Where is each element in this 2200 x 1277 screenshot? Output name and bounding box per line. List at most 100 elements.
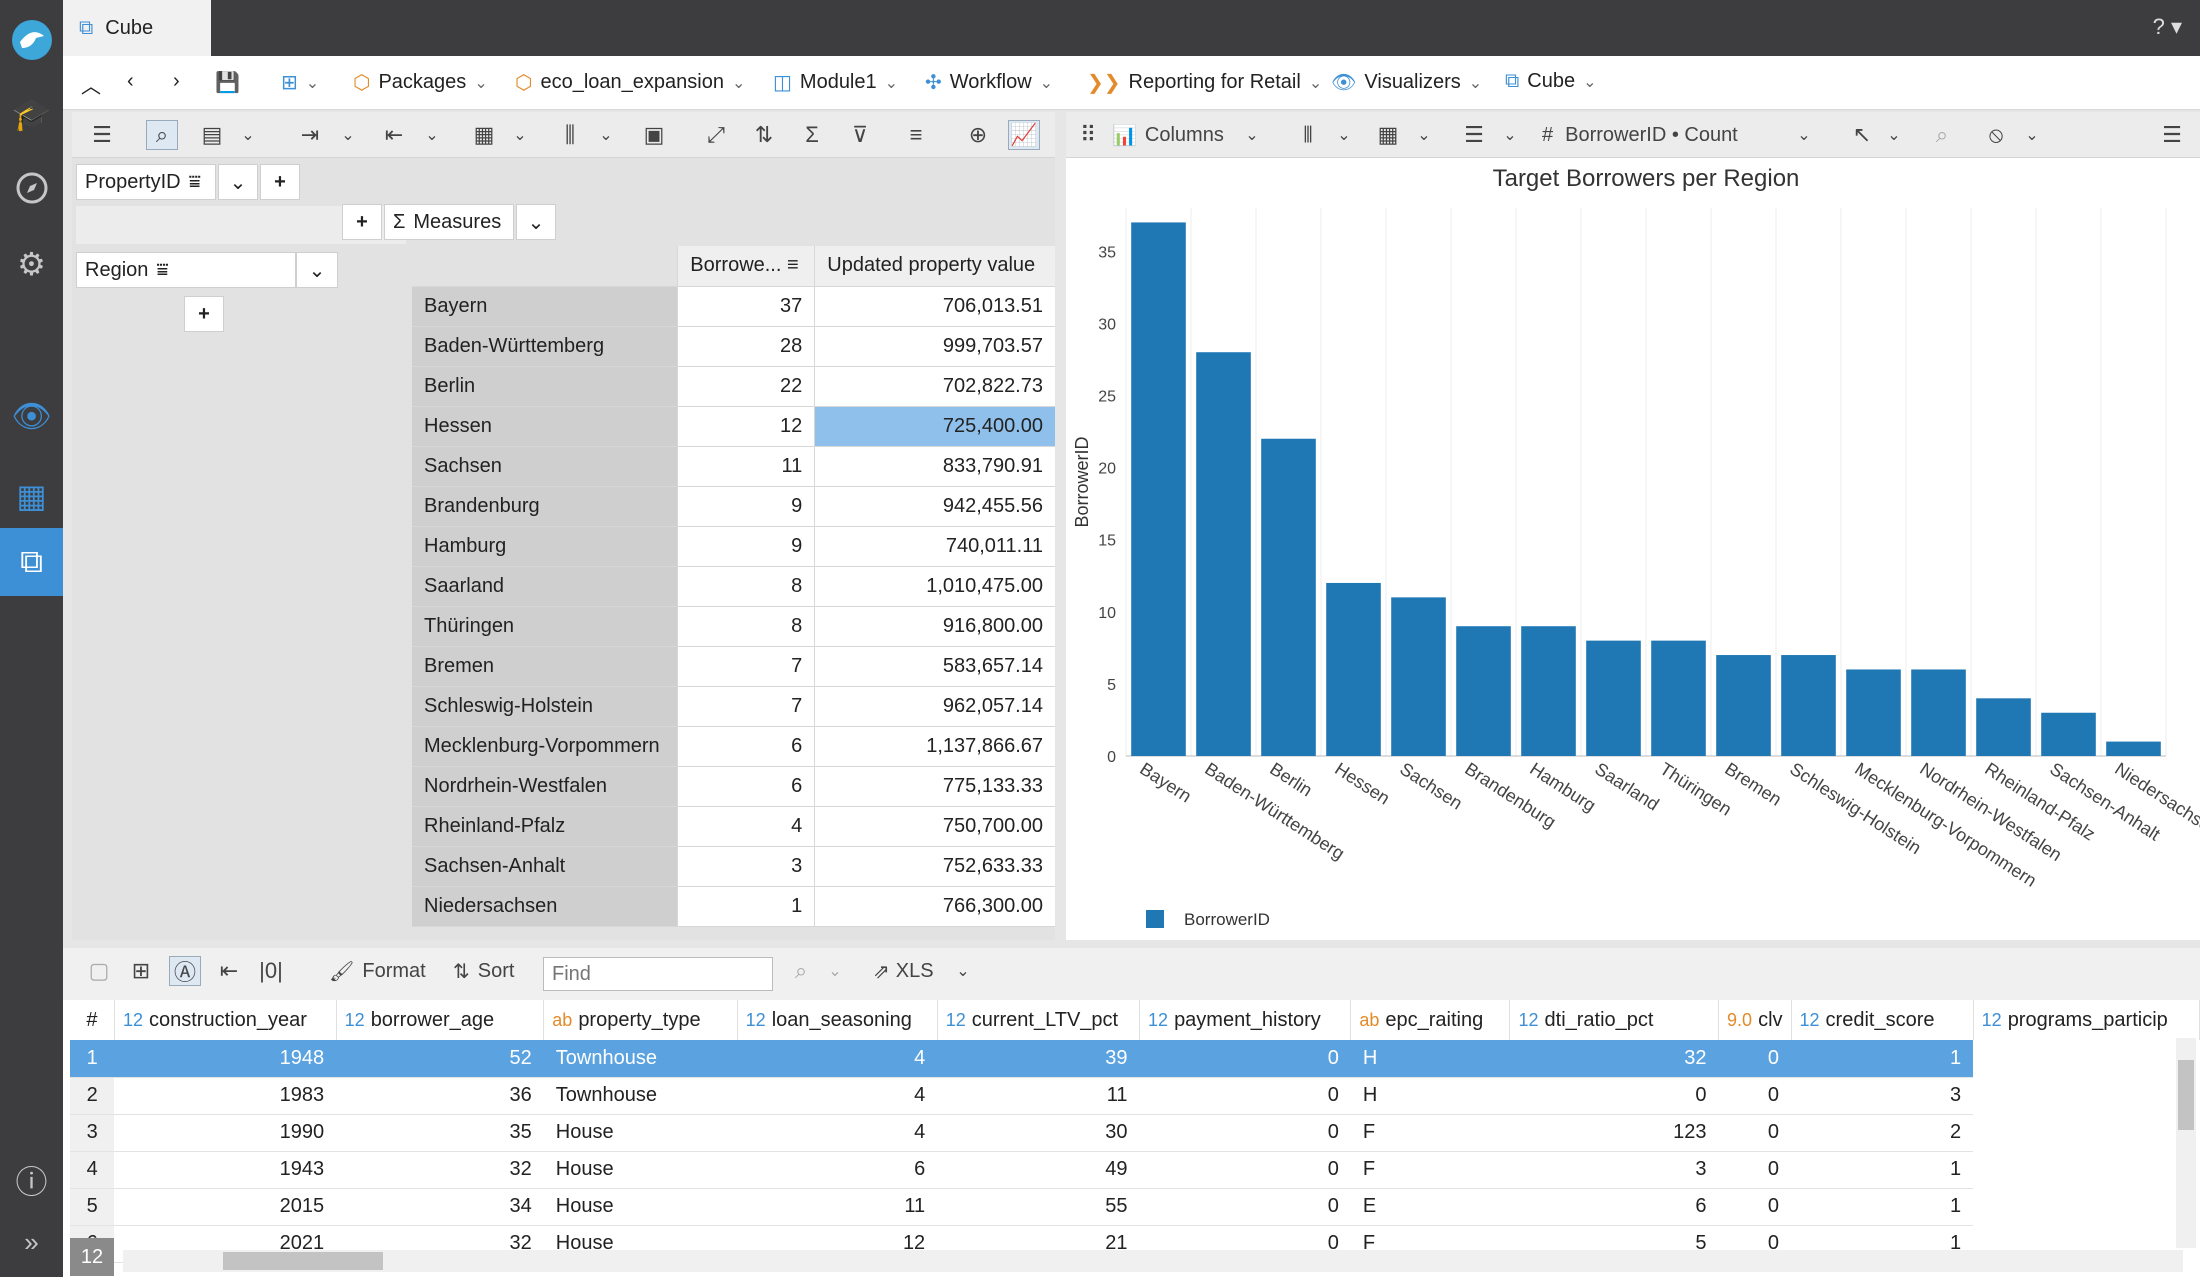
value-cell[interactable]: 752,633.33: [814, 846, 1055, 887]
chevron-down-icon[interactable]: ⌄: [296, 252, 338, 288]
value-cell[interactable]: 916,800.00: [814, 606, 1055, 647]
back-icon[interactable]: ‹: [127, 70, 134, 93]
find-input[interactable]: [543, 957, 773, 991]
scrollbar-thumb[interactable]: [223, 1252, 383, 1270]
table-cell[interactable]: 4: [737, 1077, 938, 1115]
table-cell[interactable]: 3: [1509, 1151, 1719, 1189]
table-cell[interactable]: 39: [937, 1040, 1140, 1078]
table-cell[interactable]: 0: [1139, 1077, 1351, 1115]
table-cell[interactable]: 0: [1718, 1077, 1792, 1115]
nav-packages[interactable]: ⬡ Packages ⌄: [353, 70, 488, 95]
chevron-down-icon[interactable]: ⌄: [218, 164, 258, 200]
add-column-button[interactable]: +: [260, 164, 300, 200]
region-label[interactable]: Brandenburg: [412, 486, 678, 527]
table-cell[interactable]: 4: [737, 1114, 938, 1152]
table-cell[interactable]: 2015: [114, 1188, 337, 1226]
pivot-row[interactable]: Hamburg 9 740,011.11: [412, 526, 1055, 567]
table-cell[interactable]: House: [543, 1114, 738, 1152]
help-icon[interactable]: ? ▾: [2153, 14, 2182, 40]
insert-icon[interactable]: ⇤: [378, 120, 410, 150]
count-cell[interactable]: 7: [677, 686, 815, 727]
table-cell[interactable]: 1943: [114, 1151, 337, 1189]
table-cell[interactable]: 11: [737, 1188, 938, 1226]
pivot-row[interactable]: Saarland 8 1,010,475.00: [412, 566, 1055, 607]
table-cell[interactable]: 52: [336, 1040, 544, 1078]
column-header[interactable]: 9.0 clv: [1718, 1000, 1792, 1040]
region-label[interactable]: Saarland: [412, 566, 678, 607]
region-label[interactable]: Berlin: [412, 366, 678, 407]
sort-icon[interactable]: ⩸: [156, 259, 168, 282]
table-cell[interactable]: 3: [1791, 1077, 1974, 1115]
columns-fit-icon[interactable]: ⊞: [125, 956, 157, 986]
nav-cube[interactable]: ⧉ Cube ⌄: [1505, 70, 1597, 93]
wrap-icon[interactable]: ⇤: [213, 956, 245, 986]
count-cell[interactable]: 9: [677, 526, 815, 567]
value-cell[interactable]: 775,133.33: [814, 766, 1055, 807]
table-cell[interactable]: F: [1350, 1114, 1510, 1152]
table-cell[interactable]: 5: [70, 1188, 115, 1226]
grid-icon[interactable]: ▦: [1372, 120, 1404, 150]
region-label[interactable]: Mecklenburg-Vorpommern: [412, 726, 678, 767]
region-label[interactable]: Rheinland-Pfalz: [412, 806, 678, 847]
compass-icon[interactable]: [0, 156, 63, 220]
table-cell[interactable]: 55: [937, 1188, 1140, 1226]
measures-chip[interactable]: Σ Measures: [384, 204, 514, 240]
table-cell[interactable]: F: [1350, 1151, 1510, 1189]
count-cell[interactable]: 1: [677, 886, 815, 927]
sigma-table-icon[interactable]: Σ: [796, 120, 828, 150]
info-icon[interactable]: ⓘ: [0, 1148, 63, 1212]
region-label[interactable]: Hamburg: [412, 526, 678, 567]
zoom-icon[interactable]: ⌕: [1926, 120, 1958, 150]
chart-icon[interactable]: 📈: [1008, 120, 1040, 150]
value-cell[interactable]: 740,011.11: [814, 526, 1055, 567]
table-cell[interactable]: 0: [1718, 1114, 1792, 1152]
frame-icon[interactable]: ▣: [638, 120, 670, 150]
pivot-row[interactable]: Niedersachsen 1 766,300.00: [412, 886, 1055, 927]
cube-icon[interactable]: ⧉: [0, 528, 63, 596]
chevron-down-icon[interactable]: ⌄: [1878, 120, 1910, 150]
region-label[interactable]: Thüringen: [412, 606, 678, 647]
table-cell[interactable]: 1948: [114, 1040, 337, 1078]
region-label[interactable]: Nordrhein-Westfalen: [412, 766, 678, 807]
count-cell[interactable]: 11: [677, 446, 815, 487]
column-header[interactable]: 12 credit_score: [1791, 1000, 1974, 1040]
pivot-row[interactable]: Bremen 7 583,657.14: [412, 646, 1055, 687]
column-header[interactable]: 12 dti_ratio_pct: [1509, 1000, 1720, 1040]
pivot-row[interactable]: Sachsen 11 833,790.91: [412, 446, 1055, 487]
region-label[interactable]: Hessen: [412, 406, 678, 447]
table-row[interactable]: 2 1983 36 Townhouse 4 11 0 H 0 0 3: [70, 1077, 2200, 1115]
table-cell[interactable]: House: [543, 1188, 738, 1226]
menu-icon[interactable]: ☰: [2156, 120, 2188, 150]
table-layout-icon[interactable]: ▤: [196, 120, 228, 150]
table-cell[interactable]: House: [543, 1151, 738, 1189]
value-cell[interactable]: 750,700.00: [814, 806, 1055, 847]
pivot-row[interactable]: Schleswig-Holstein 7 962,057.14: [412, 686, 1055, 727]
drag-handle-icon[interactable]: ⠿: [1072, 120, 1104, 150]
value-cell[interactable]: 942,455.56: [814, 486, 1055, 527]
table-cell[interactable]: 0: [1139, 1188, 1351, 1226]
zero-icon[interactable]: |0|: [255, 956, 287, 986]
table-cell[interactable]: 0: [1718, 1188, 1792, 1226]
value-cell[interactable]: 1,010,475.00: [814, 566, 1055, 607]
count-cell[interactable]: 12: [677, 406, 815, 447]
col-header-count[interactable]: Borrowe... ≡: [677, 246, 815, 287]
nav-reporting[interactable]: ❯❯ Reporting for Retail ⌄: [1087, 70, 1322, 95]
table-cell[interactable]: 0: [1718, 1040, 1792, 1078]
nav-visualizers[interactable]: 👁 Visualizers ⌄: [1331, 70, 1482, 95]
export-xls-button[interactable]: ⇗ XLS: [873, 956, 943, 986]
chevron-down-icon[interactable]: ⌄: [1494, 120, 1526, 150]
column-header[interactable]: 12 borrower_age: [336, 1000, 545, 1040]
value-cell[interactable]: 833,790.91: [814, 446, 1055, 487]
select-icon[interactable]: ▢: [83, 956, 115, 986]
value-cell[interactable]: 725,400.00: [814, 406, 1055, 447]
table-cell[interactable]: 123: [1509, 1114, 1719, 1152]
table-cell[interactable]: 2: [1791, 1114, 1974, 1152]
table-cell[interactable]: 49: [937, 1151, 1140, 1189]
chevron-down-icon[interactable]: ⌄: [1236, 120, 1268, 150]
search-icon[interactable]: ⌕: [785, 956, 817, 986]
chevron-down-icon[interactable]: ⌄: [1328, 120, 1360, 150]
app-logo-icon[interactable]: [0, 8, 63, 72]
visualizer-eye-icon[interactable]: 👁: [0, 384, 63, 448]
text-style-icon[interactable]: Ⓐ: [169, 956, 201, 986]
table-cell[interactable]: 35: [336, 1114, 544, 1152]
